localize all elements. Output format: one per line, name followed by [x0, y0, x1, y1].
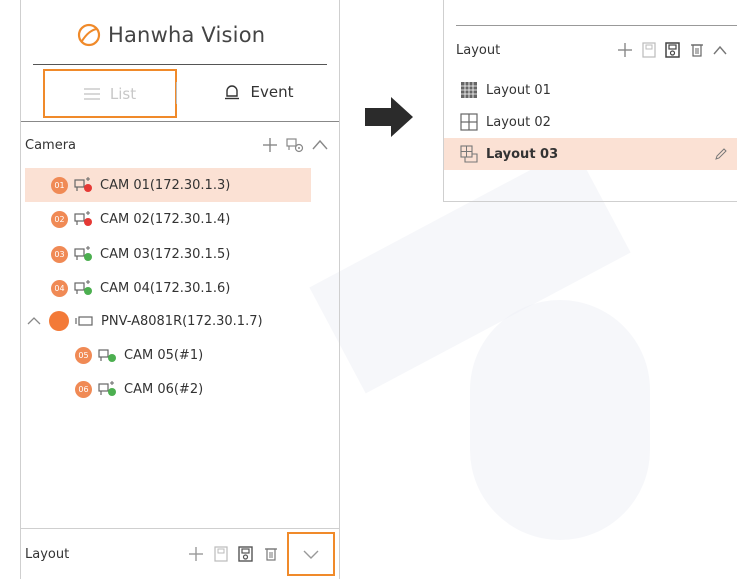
- camera-row[interactable]: 03 CAM 03(172.30.1.5): [51, 237, 230, 271]
- trash-icon[interactable]: [263, 545, 279, 563]
- camera-row[interactable]: 02 CAM 02(172.30.1.4): [51, 202, 230, 236]
- layout-item-label: Layout 02: [486, 114, 551, 130]
- layout-bar: Layout: [21, 528, 339, 579]
- brand-name: Hanwha Vision: [108, 23, 266, 47]
- camera-row-selected[interactable]: 01 CAM 01(172.30.1.3): [25, 168, 311, 202]
- nvr-row[interactable]: PNV-A8081R(172.30.1.7): [27, 304, 263, 338]
- camera-number-badge: 03: [51, 245, 68, 263]
- layout-panel-title: Layout: [456, 42, 501, 58]
- camera-label: CAM 01(172.30.1.3): [100, 177, 231, 193]
- device-badge: [49, 311, 69, 331]
- plus-icon[interactable]: [187, 545, 205, 563]
- layout-item[interactable]: Layout 01: [444, 74, 737, 106]
- camera-green-status-icon: [74, 279, 94, 297]
- chevron-up-icon[interactable]: [712, 44, 728, 56]
- camera-number-badge: 06: [75, 380, 92, 398]
- plus-icon[interactable]: [261, 136, 279, 154]
- tabs-divider: [21, 121, 339, 122]
- camera-section-header: Camera: [25, 133, 329, 157]
- camera-label: CAM 06(#2): [124, 381, 204, 397]
- camera-row[interactable]: 05 CAM 05(#1): [75, 338, 203, 372]
- camera-section-title: Camera: [25, 137, 77, 153]
- grid-quad-icon: [460, 113, 478, 131]
- camera-label: CAM 05(#1): [124, 347, 204, 363]
- right-arrow-icon: [365, 97, 413, 137]
- camera-label: CAM 02(172.30.1.4): [100, 211, 231, 227]
- layout-item-label: Layout 03: [486, 146, 559, 162]
- tab-list-label: List: [109, 84, 137, 103]
- tab-list[interactable]: List: [43, 69, 177, 118]
- device-label: PNV-A8081R(172.30.1.7): [101, 313, 263, 329]
- plus-icon[interactable]: [616, 41, 634, 59]
- layout-panel-expanded: Layout Layout 01 Layout 02 Layout 03: [443, 0, 737, 202]
- layout-item-label: Layout 01: [486, 82, 551, 98]
- save-icon[interactable]: [641, 41, 657, 59]
- save-as-icon[interactable]: [664, 41, 682, 59]
- header-divider: [33, 64, 327, 65]
- grid-custom-icon: [460, 145, 478, 163]
- save-as-icon[interactable]: [237, 545, 255, 563]
- panel-divider: [456, 25, 737, 26]
- camera-green-status-icon: [98, 380, 118, 398]
- camera-number-badge: 01: [51, 176, 68, 194]
- watermark-shape: [470, 300, 650, 540]
- chevron-down-icon: [303, 550, 319, 559]
- trash-icon[interactable]: [689, 41, 705, 59]
- pencil-icon[interactable]: [714, 147, 728, 161]
- layout-bar-title: Layout: [25, 546, 70, 562]
- camera-red-status-icon: [74, 176, 94, 194]
- camera-row[interactable]: 04 CAM 04(172.30.1.6): [51, 271, 230, 305]
- left-panel: Hanwha Vision List Event Camera 01 CAM 0…: [20, 0, 340, 579]
- layout-item[interactable]: Layout 02: [444, 106, 737, 138]
- camera-settings-icon[interactable]: [285, 136, 305, 154]
- grid-dense-icon: [460, 81, 478, 99]
- camera-label: CAM 03(172.30.1.5): [100, 246, 231, 262]
- hanwha-logo-icon: [77, 23, 101, 47]
- camera-row[interactable]: 06 CAM 06(#2): [75, 372, 203, 406]
- brand-logo: Hanwha Vision: [76, 22, 265, 48]
- multi-sensor-camera-icon: [75, 313, 95, 329]
- camera-label: CAM 04(172.30.1.6): [100, 280, 231, 296]
- chevron-up-icon[interactable]: [27, 316, 41, 326]
- bell-icon: [224, 84, 239, 99]
- camera-number-badge: 04: [51, 279, 68, 297]
- camera-number-badge: 05: [75, 346, 92, 364]
- camera-green-status-icon: [74, 245, 94, 263]
- camera-red-status-icon: [74, 210, 94, 228]
- tab-event-label: Event: [250, 82, 294, 101]
- layout-panel-header: Layout: [456, 38, 732, 62]
- chevron-up-icon[interactable]: [311, 138, 329, 152]
- camera-green-status-icon: [98, 346, 118, 364]
- tab-event[interactable]: Event: [193, 69, 323, 114]
- layout-expand-button[interactable]: [287, 532, 335, 576]
- layout-item-selected[interactable]: Layout 03: [444, 138, 737, 170]
- camera-number-badge: 02: [51, 210, 68, 228]
- save-icon[interactable]: [213, 545, 229, 563]
- list-icon: [83, 87, 100, 100]
- tab-separator: [176, 82, 177, 104]
